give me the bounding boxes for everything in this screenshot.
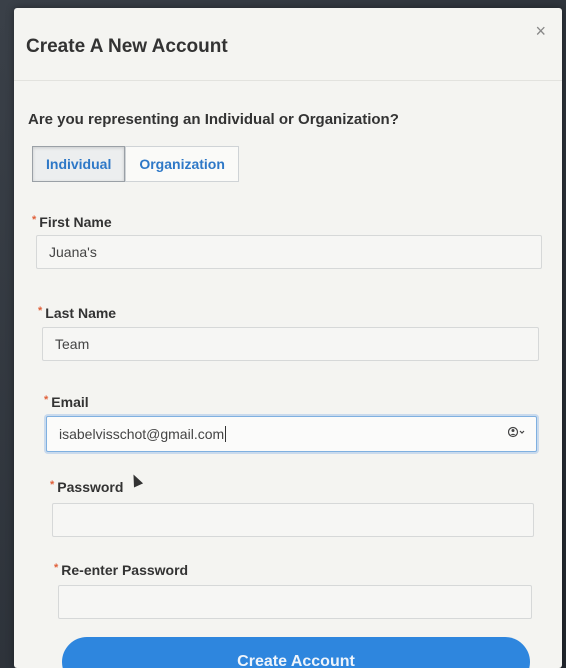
required-marker: *: [50, 479, 55, 491]
required-marker: *: [38, 305, 43, 317]
modal-header: Create A New Account ×: [14, 8, 562, 81]
mouse-cursor-icon: [128, 472, 144, 488]
first-name-label: * First Name: [32, 214, 112, 230]
reenter-password-label: * Re-enter Password: [54, 562, 189, 578]
required-marker: *: [54, 562, 59, 574]
first-name-field[interactable]: Juana's: [36, 235, 542, 269]
create-account-button[interactable]: Create Account: [62, 637, 530, 668]
close-icon[interactable]: ×: [535, 22, 546, 40]
reenter-password-field[interactable]: [58, 585, 532, 619]
password-label: * Password: [50, 479, 124, 495]
email-label: * Email: [44, 394, 89, 410]
required-marker: *: [44, 394, 49, 406]
person-circle-icon[interactable]: [507, 426, 526, 441]
text-caret: [225, 426, 227, 442]
account-type-toggle: Individual Organization: [32, 146, 239, 182]
last-name-field[interactable]: Team: [42, 327, 539, 361]
required-marker: *: [32, 214, 37, 226]
individual-option-button[interactable]: Individual: [32, 146, 126, 182]
organization-option-button[interactable]: Organization: [125, 146, 239, 182]
email-field[interactable]: isabelvisschot@gmail.com: [46, 416, 537, 452]
password-field[interactable]: [52, 503, 534, 537]
account-type-question: Are you representing an Individual or Or…: [28, 111, 399, 128]
create-account-modal: Create A New Account × Are you represent…: [14, 8, 562, 668]
modal-title: Create A New Account: [26, 36, 228, 57]
last-name-label: * Last Name: [38, 305, 117, 321]
